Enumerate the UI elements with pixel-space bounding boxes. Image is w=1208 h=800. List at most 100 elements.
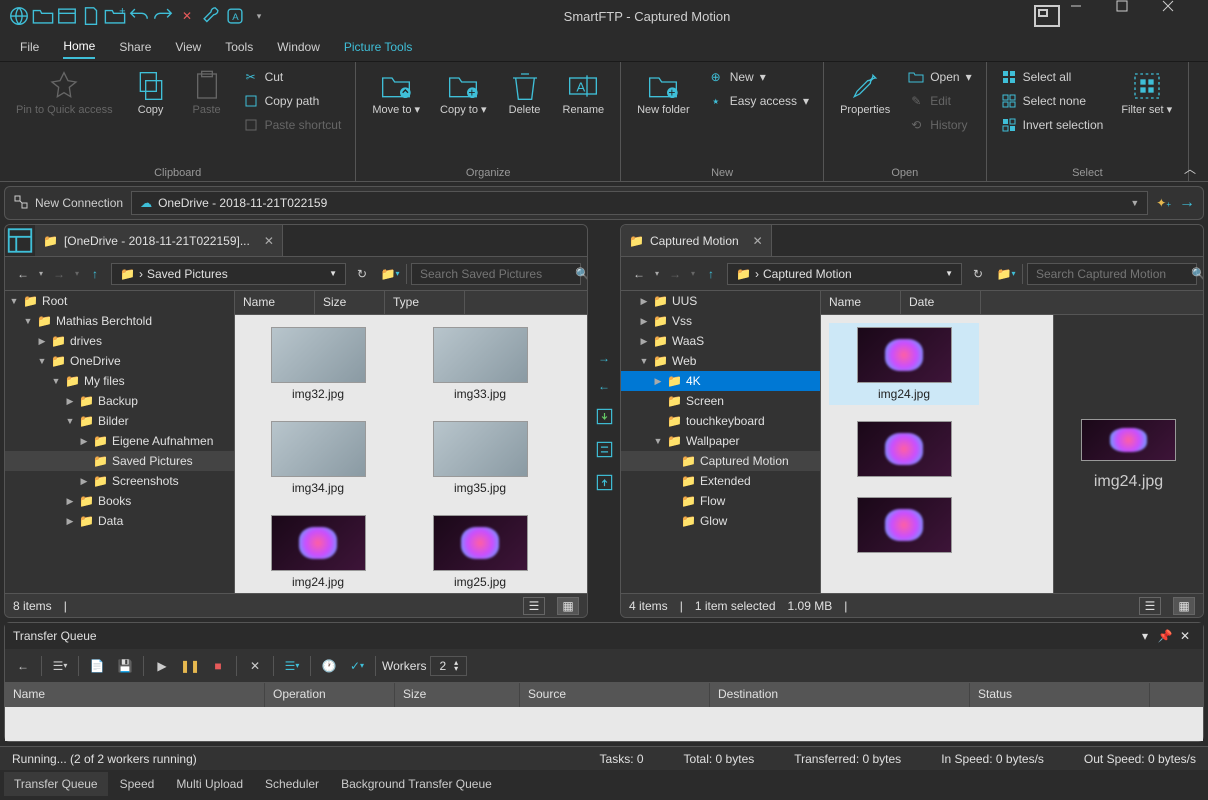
address-bar[interactable]: ☁ OneDrive - 2018-11-21T022159 ▼ — [131, 191, 1148, 215]
search-icon[interactable]: 🔍 — [575, 267, 588, 281]
tree-item[interactable]: ▶📁Eigene Aufnahmen — [5, 431, 234, 451]
file-thumbnail[interactable]: img33.jpg — [405, 323, 555, 405]
queue-column[interactable]: Size — [395, 683, 520, 707]
left-breadcrumb[interactable]: 📁 › Saved Pictures▼ — [111, 263, 346, 285]
file-thumbnail[interactable]: img25.jpg — [405, 511, 555, 593]
document-icon[interactable] — [80, 5, 102, 27]
queue-column[interactable]: Destination — [710, 683, 970, 707]
arrow-left-icon[interactable]: ← — [598, 379, 610, 393]
tree-item[interactable]: ▼📁My files — [5, 371, 234, 391]
tab-close-icon[interactable]: ✕ — [264, 234, 274, 248]
sync-both-icon[interactable] — [595, 440, 614, 459]
copy-to-button[interactable]: +Copy to ▾ — [432, 66, 495, 121]
up-button[interactable]: ↑ — [699, 262, 723, 286]
file-thumbnail[interactable]: img24.jpg — [829, 323, 979, 405]
tab-close-icon[interactable]: ✕ — [753, 234, 763, 248]
tree-item[interactable]: 📁Glow — [621, 511, 820, 531]
queue-pin-icon[interactable]: 📌 — [1155, 629, 1175, 643]
folder-open-icon[interactable] — [32, 5, 54, 27]
menu-tools[interactable]: Tools — [225, 36, 253, 58]
move-to-button[interactable]: Move to ▾ — [364, 66, 428, 121]
cut-button[interactable]: ✂Cut — [237, 66, 348, 88]
filter-set-button[interactable]: Filter set ▾ — [1113, 66, 1180, 121]
open-button[interactable]: Open ▾ — [902, 66, 977, 88]
grid-view-icon[interactable]: ▦ — [557, 597, 579, 615]
maximize-button[interactable] — [1116, 0, 1162, 32]
tree-item[interactable]: ▼📁Bilder — [5, 411, 234, 431]
tree-item[interactable]: ▶📁4K — [621, 371, 820, 391]
tree-item[interactable]: ▶📁Vss — [621, 311, 820, 331]
globe-icon[interactable] — [8, 5, 30, 27]
queue-play-icon[interactable]: ▶ — [150, 654, 174, 678]
tree-item[interactable]: ▼📁Mathias Berchtold — [5, 311, 234, 331]
tree-item[interactable]: ▶📁drives — [5, 331, 234, 351]
queue-stop-icon[interactable]: ■ — [206, 654, 230, 678]
select-all-button[interactable]: Select all — [995, 66, 1110, 88]
redo-icon[interactable] — [152, 5, 174, 27]
folder-action-button[interactable]: 📁▾ — [994, 262, 1018, 286]
queue-back-icon[interactable]: ← — [11, 654, 35, 678]
column-header[interactable]: Type — [385, 291, 465, 314]
workers-spinner[interactable]: 2▴▾ — [430, 656, 467, 676]
queue-pause-icon[interactable]: ❚❚ — [178, 654, 202, 678]
minimize-button[interactable] — [1070, 0, 1116, 32]
copy-path-button[interactable]: Copy path — [237, 90, 348, 112]
queue-check-icon[interactable]: ✓▾ — [345, 654, 369, 678]
select-none-button[interactable]: Select none — [995, 90, 1110, 112]
grid-view-icon[interactable]: ▦ — [1173, 597, 1195, 615]
tree-item[interactable]: ▶📁Data — [5, 511, 234, 531]
queue-column[interactable]: Source — [520, 683, 710, 707]
menu-picture-tools[interactable]: Picture Tools — [344, 36, 412, 58]
left-col-header[interactable]: NameSizeType — [235, 291, 587, 315]
queue-list-icon[interactable]: ☰▾ — [48, 654, 72, 678]
file-thumbnail[interactable]: img24.jpg — [243, 511, 393, 593]
tree-item[interactable]: ▶📁Books — [5, 491, 234, 511]
left-thumbs[interactable]: img32.jpgimg33.jpgimg34.jpgimg35.jpgimg2… — [235, 315, 587, 593]
app-icon[interactable]: A — [224, 5, 246, 27]
close-button[interactable] — [1162, 0, 1208, 32]
right-col-header[interactable]: NameDate — [821, 291, 1203, 315]
window-icon[interactable] — [56, 5, 78, 27]
tree-item[interactable]: 📁touchkeyboard — [621, 411, 820, 431]
pane-icon[interactable] — [5, 225, 35, 256]
queue-close-icon[interactable]: ✕ — [1175, 629, 1195, 643]
undo-icon[interactable] — [128, 5, 150, 27]
list-view-icon[interactable]: ☰ — [523, 597, 545, 615]
back-button[interactable]: ← — [11, 262, 35, 286]
paste-shortcut-button[interactable]: Paste shortcut — [237, 114, 348, 136]
rename-button[interactable]: ARename — [555, 66, 613, 121]
menu-file[interactable]: File — [20, 36, 39, 58]
queue-clock-icon[interactable]: 🕐 — [317, 654, 341, 678]
queue-column[interactable]: Name — [5, 683, 265, 707]
queue-columns[interactable]: NameOperationSizeSourceDestinationStatus — [5, 683, 1203, 707]
search-input[interactable] — [420, 267, 575, 281]
bottom-tab[interactable]: Speed — [110, 772, 165, 796]
tablet-mode-icon[interactable] — [1024, 0, 1070, 32]
copy-button[interactable]: Copy — [125, 66, 177, 121]
sync-down-icon[interactable] — [595, 407, 614, 426]
right-thumbs[interactable]: img24.jpg — [821, 315, 1053, 593]
tree-item[interactable]: ▼📁Root — [5, 291, 234, 311]
forward-button[interactable]: → — [663, 262, 687, 286]
invert-selection-button[interactable]: Invert selection — [995, 114, 1110, 136]
left-tab[interactable]: 📁 [OneDrive - 2018-11-21T022159]... ✕ — [35, 225, 283, 256]
file-thumbnail[interactable] — [829, 417, 979, 481]
tree-item[interactable]: 📁Flow — [621, 491, 820, 511]
tree-item[interactable]: 📁Saved Pictures — [5, 451, 234, 471]
tree-item[interactable]: 📁Screen — [621, 391, 820, 411]
left-tree[interactable]: ▼📁Root▼📁Mathias Berchtold▶📁drives▼📁OneDr… — [5, 291, 235, 593]
column-header[interactable]: Size — [315, 291, 385, 314]
up-button[interactable]: ↑ — [83, 262, 107, 286]
tree-item[interactable]: 📁Captured Motion — [621, 451, 820, 471]
list-view-icon[interactable]: ☰ — [1139, 597, 1161, 615]
close-red-icon[interactable]: ✕ — [176, 5, 198, 27]
right-breadcrumb[interactable]: 📁 › Captured Motion▼ — [727, 263, 962, 285]
folder-plus-icon[interactable]: + — [104, 5, 126, 27]
wrench-icon[interactable] — [200, 5, 222, 27]
file-thumbnail[interactable] — [829, 493, 979, 557]
queue-column[interactable]: Operation — [265, 683, 395, 707]
go-icon[interactable]: → — [1179, 194, 1195, 212]
column-header[interactable]: Date — [901, 291, 981, 314]
easy-access-button[interactable]: ⭑Easy access ▾ — [702, 90, 815, 112]
sync-up-icon[interactable] — [595, 473, 614, 492]
